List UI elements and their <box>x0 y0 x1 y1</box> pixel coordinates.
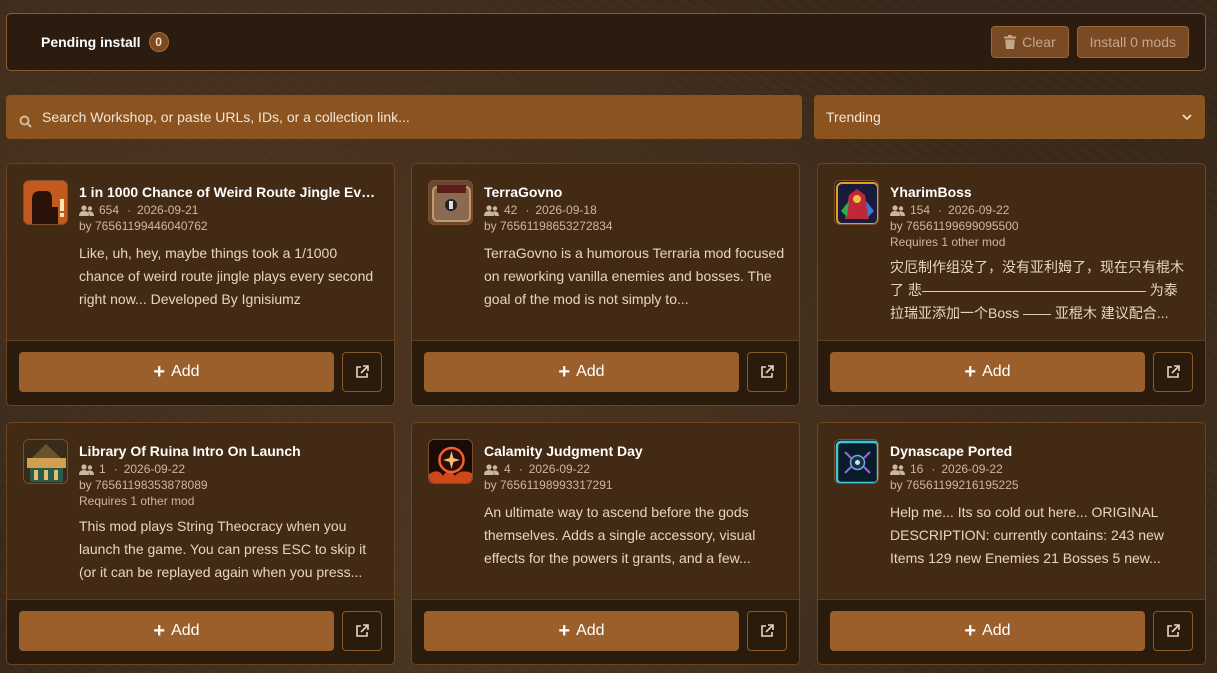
subscriber-count: 16 <box>910 462 924 476</box>
mod-author: by 76561198993317291 <box>484 478 613 492</box>
users-icon <box>79 204 94 216</box>
add-label: Add <box>982 622 1011 639</box>
external-link-icon <box>761 365 774 378</box>
mod-author: by 76561199699095500 <box>890 219 1019 233</box>
open-external-button[interactable] <box>747 352 787 392</box>
mod-author: by 76561198353878089 <box>79 478 208 492</box>
plus-icon: + <box>964 361 977 383</box>
mod-thumbnail <box>834 439 879 484</box>
mod-description: 灾厄制作组没了，没有亚利姆了，现在只有棍木了 悲————————————————… <box>890 259 1184 321</box>
clear-label: Clear <box>1022 34 1056 50</box>
mod-description: Like, uh, hey, maybe things took a 1/100… <box>79 245 374 307</box>
users-icon <box>484 463 499 475</box>
sort-dropdown[interactable]: Trending <box>814 95 1205 139</box>
mod-date: 2026-09-22 <box>528 462 591 476</box>
add-label: Add <box>982 363 1011 380</box>
mod-description: TerraGovno is a humorous Terraria mod fo… <box>484 245 785 307</box>
add-label: Add <box>576 622 605 639</box>
subscriber-count: 4 <box>504 462 511 476</box>
mod-thumbnail <box>428 439 473 484</box>
plus-icon: + <box>558 361 571 383</box>
chevron-down-icon <box>1182 114 1192 121</box>
mod-date: 2026-09-22 <box>123 462 186 476</box>
mod-requirements: Requires 1 other mod <box>79 494 195 508</box>
pending-install-bar: Pending install 0 Clear Install 0 mods <box>6 13 1206 71</box>
external-link-icon <box>356 365 369 378</box>
search-icon <box>19 115 32 128</box>
users-icon <box>484 204 499 216</box>
add-label: Add <box>171 363 200 380</box>
mod-title[interactable]: Library Of Ruina Intro On Launch <box>79 443 380 459</box>
pending-count-badge: 0 <box>148 32 169 52</box>
mod-description: Help me... Its so cold out here... ORIGI… <box>890 504 1164 566</box>
pending-install-title: Pending install <box>41 34 141 50</box>
mod-card: TerraGovno 42 · 2026-09-18 by 7656119865… <box>411 163 800 406</box>
external-link-icon <box>761 624 774 637</box>
mod-author: by 76561198653272834 <box>484 219 613 233</box>
add-label: Add <box>171 622 200 639</box>
mod-title[interactable]: TerraGovno <box>484 184 785 200</box>
mod-title[interactable]: 1 in 1000 Chance of Weird Route Jingle E… <box>79 184 380 200</box>
plus-icon: + <box>153 361 166 383</box>
add-mod-button[interactable]: + Add <box>19 611 334 651</box>
external-link-icon <box>356 624 369 637</box>
mod-card: YharimBoss 154 · 2026-09-22 by 765611996… <box>817 163 1206 406</box>
mod-date: 2026-09-21 <box>137 203 199 217</box>
mod-requirements: Requires 1 other mod <box>890 235 1006 249</box>
mod-title[interactable]: Calamity Judgment Day <box>484 443 785 459</box>
mod-author: by 76561199446040762 <box>79 219 208 233</box>
plus-icon: + <box>153 620 166 642</box>
add-mod-button[interactable]: + Add <box>830 352 1145 392</box>
open-external-button[interactable] <box>342 352 382 392</box>
mod-card: Dynascape Ported 16 · 2026-09-22 by 7656… <box>817 422 1206 665</box>
mod-title[interactable]: Dynascape Ported <box>890 443 1191 459</box>
trash-icon <box>1004 35 1017 49</box>
users-icon <box>890 204 905 216</box>
mod-thumbnail <box>834 180 879 225</box>
external-link-icon <box>1167 365 1180 378</box>
add-label: Add <box>576 363 605 380</box>
open-external-button[interactable] <box>342 611 382 651</box>
mod-description: An ultimate way to ascend before the god… <box>484 504 756 566</box>
mod-date: 2026-09-18 <box>535 203 597 217</box>
subscriber-count: 1 <box>99 462 106 476</box>
mod-author: by 76561199216195225 <box>890 478 1019 492</box>
add-mod-button[interactable]: + Add <box>830 611 1145 651</box>
mod-title[interactable]: YharimBoss <box>890 184 1191 200</box>
search-input[interactable] <box>42 109 802 125</box>
mod-card: Library Of Ruina Intro On Launch 1 · 202… <box>6 422 395 665</box>
users-icon <box>79 463 94 475</box>
add-mod-button[interactable]: + Add <box>19 352 334 392</box>
mod-thumbnail <box>23 439 68 484</box>
subscriber-count: 42 <box>504 203 518 217</box>
mod-card: 1 in 1000 Chance of Weird Route Jingle E… <box>6 163 395 406</box>
add-mod-button[interactable]: + Add <box>424 611 739 651</box>
clear-button[interactable]: Clear <box>991 26 1069 58</box>
external-link-icon <box>1167 624 1180 637</box>
mod-thumbnail <box>23 180 68 225</box>
open-external-button[interactable] <box>747 611 787 651</box>
sort-selected-label: Trending <box>826 109 881 125</box>
add-mod-button[interactable]: + Add <box>424 352 739 392</box>
subscriber-count: 654 <box>99 203 120 217</box>
users-icon <box>890 463 905 475</box>
install-mods-button[interactable]: Install 0 mods <box>1076 26 1189 58</box>
open-external-button[interactable] <box>1153 611 1193 651</box>
mod-card: Calamity Judgment Day 4 · 2026-09-22 by … <box>411 422 800 665</box>
mod-date: 2026-09-22 <box>948 203 1010 217</box>
plus-icon: + <box>558 620 571 642</box>
plus-icon: + <box>964 620 977 642</box>
mod-date: 2026-09-22 <box>941 462 1003 476</box>
mod-thumbnail <box>428 180 473 225</box>
subscriber-count: 154 <box>910 203 931 217</box>
open-external-button[interactable] <box>1153 352 1193 392</box>
search-box[interactable] <box>6 95 802 139</box>
mod-description: This mod plays String Theocracy when you… <box>79 518 367 580</box>
